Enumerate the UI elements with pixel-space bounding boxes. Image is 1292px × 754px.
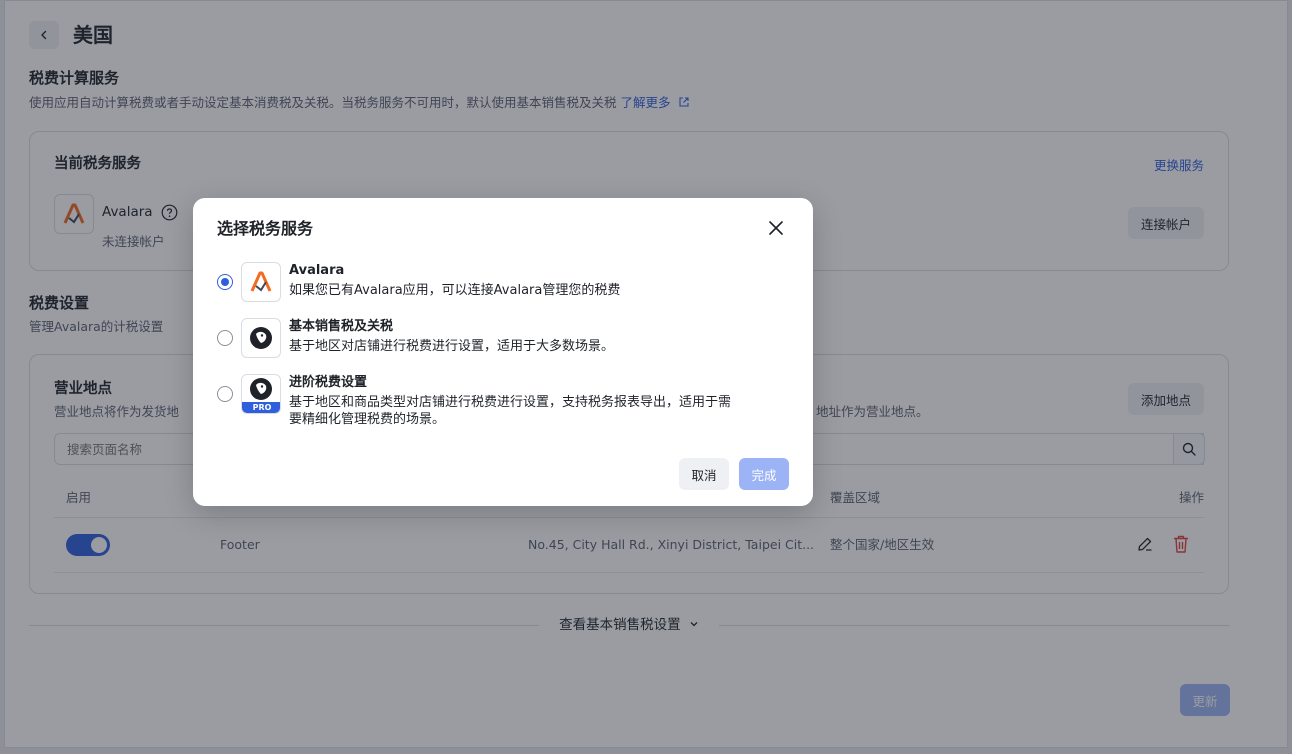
done-button[interactable]: 完成 (739, 458, 789, 490)
option-avalara-radio[interactable] (217, 274, 233, 290)
bird-logo-icon (250, 327, 272, 349)
option-avalara-description: 如果您已有Avalara应用，可以连接Avalara管理您的税费 (289, 283, 621, 298)
avalara-logo-icon (250, 271, 272, 292)
close-icon[interactable] (767, 219, 785, 237)
option-basic-tax[interactable]: 基本销售税及关税 基于地区对店铺进行税费进行设置，适用于大多数场景。 (217, 318, 777, 362)
pro-badge: PRO (242, 402, 280, 413)
bird-pro-logo-icon (250, 378, 272, 400)
option-advanced-tax-description-line2: 要精细化管理税费的场景。 (289, 412, 446, 427)
option-basic-tax-radio[interactable] (217, 330, 233, 346)
modal-title: 选择税务服务 (217, 219, 314, 238)
select-tax-service-modal: 选择税务服务 Avalara 如果您已有Avalara应用，可以连接Avalar… (193, 198, 813, 506)
option-avalara-title: Avalara (289, 263, 345, 278)
option-basic-tax-title: 基本销售税及关税 (289, 319, 394, 334)
option-avalara[interactable]: Avalara 如果您已有Avalara应用，可以连接Avalara管理您的税费 (217, 262, 777, 306)
option-advanced-tax-radio[interactable] (217, 386, 233, 402)
option-avalara-logo (241, 262, 281, 302)
option-advanced-tax-title: 进阶税费设置 (289, 375, 368, 390)
option-basic-tax-description: 基于地区对店铺进行税费进行设置，适用于大多数场景。 (289, 339, 615, 354)
option-basic-tax-logo (241, 318, 281, 358)
option-advanced-tax-description-line1: 基于地区和商品类型对店铺进行税费进行设置，支持税务报表导出，适用于需 (289, 395, 732, 410)
option-advanced-tax[interactable]: PRO 进阶税费设置 基于地区和商品类型对店铺进行税费进行设置，支持税务报表导出… (217, 374, 777, 432)
cancel-button[interactable]: 取消 (679, 458, 729, 490)
option-advanced-tax-logo: PRO (241, 374, 281, 414)
